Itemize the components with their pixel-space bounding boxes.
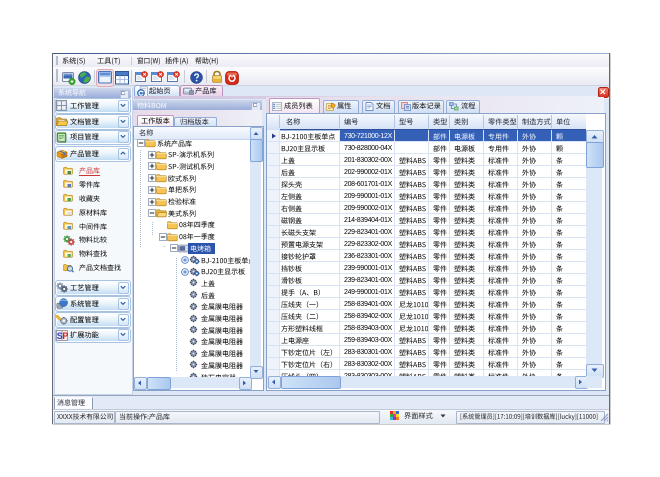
svg-text:P: P [62, 330, 68, 340]
